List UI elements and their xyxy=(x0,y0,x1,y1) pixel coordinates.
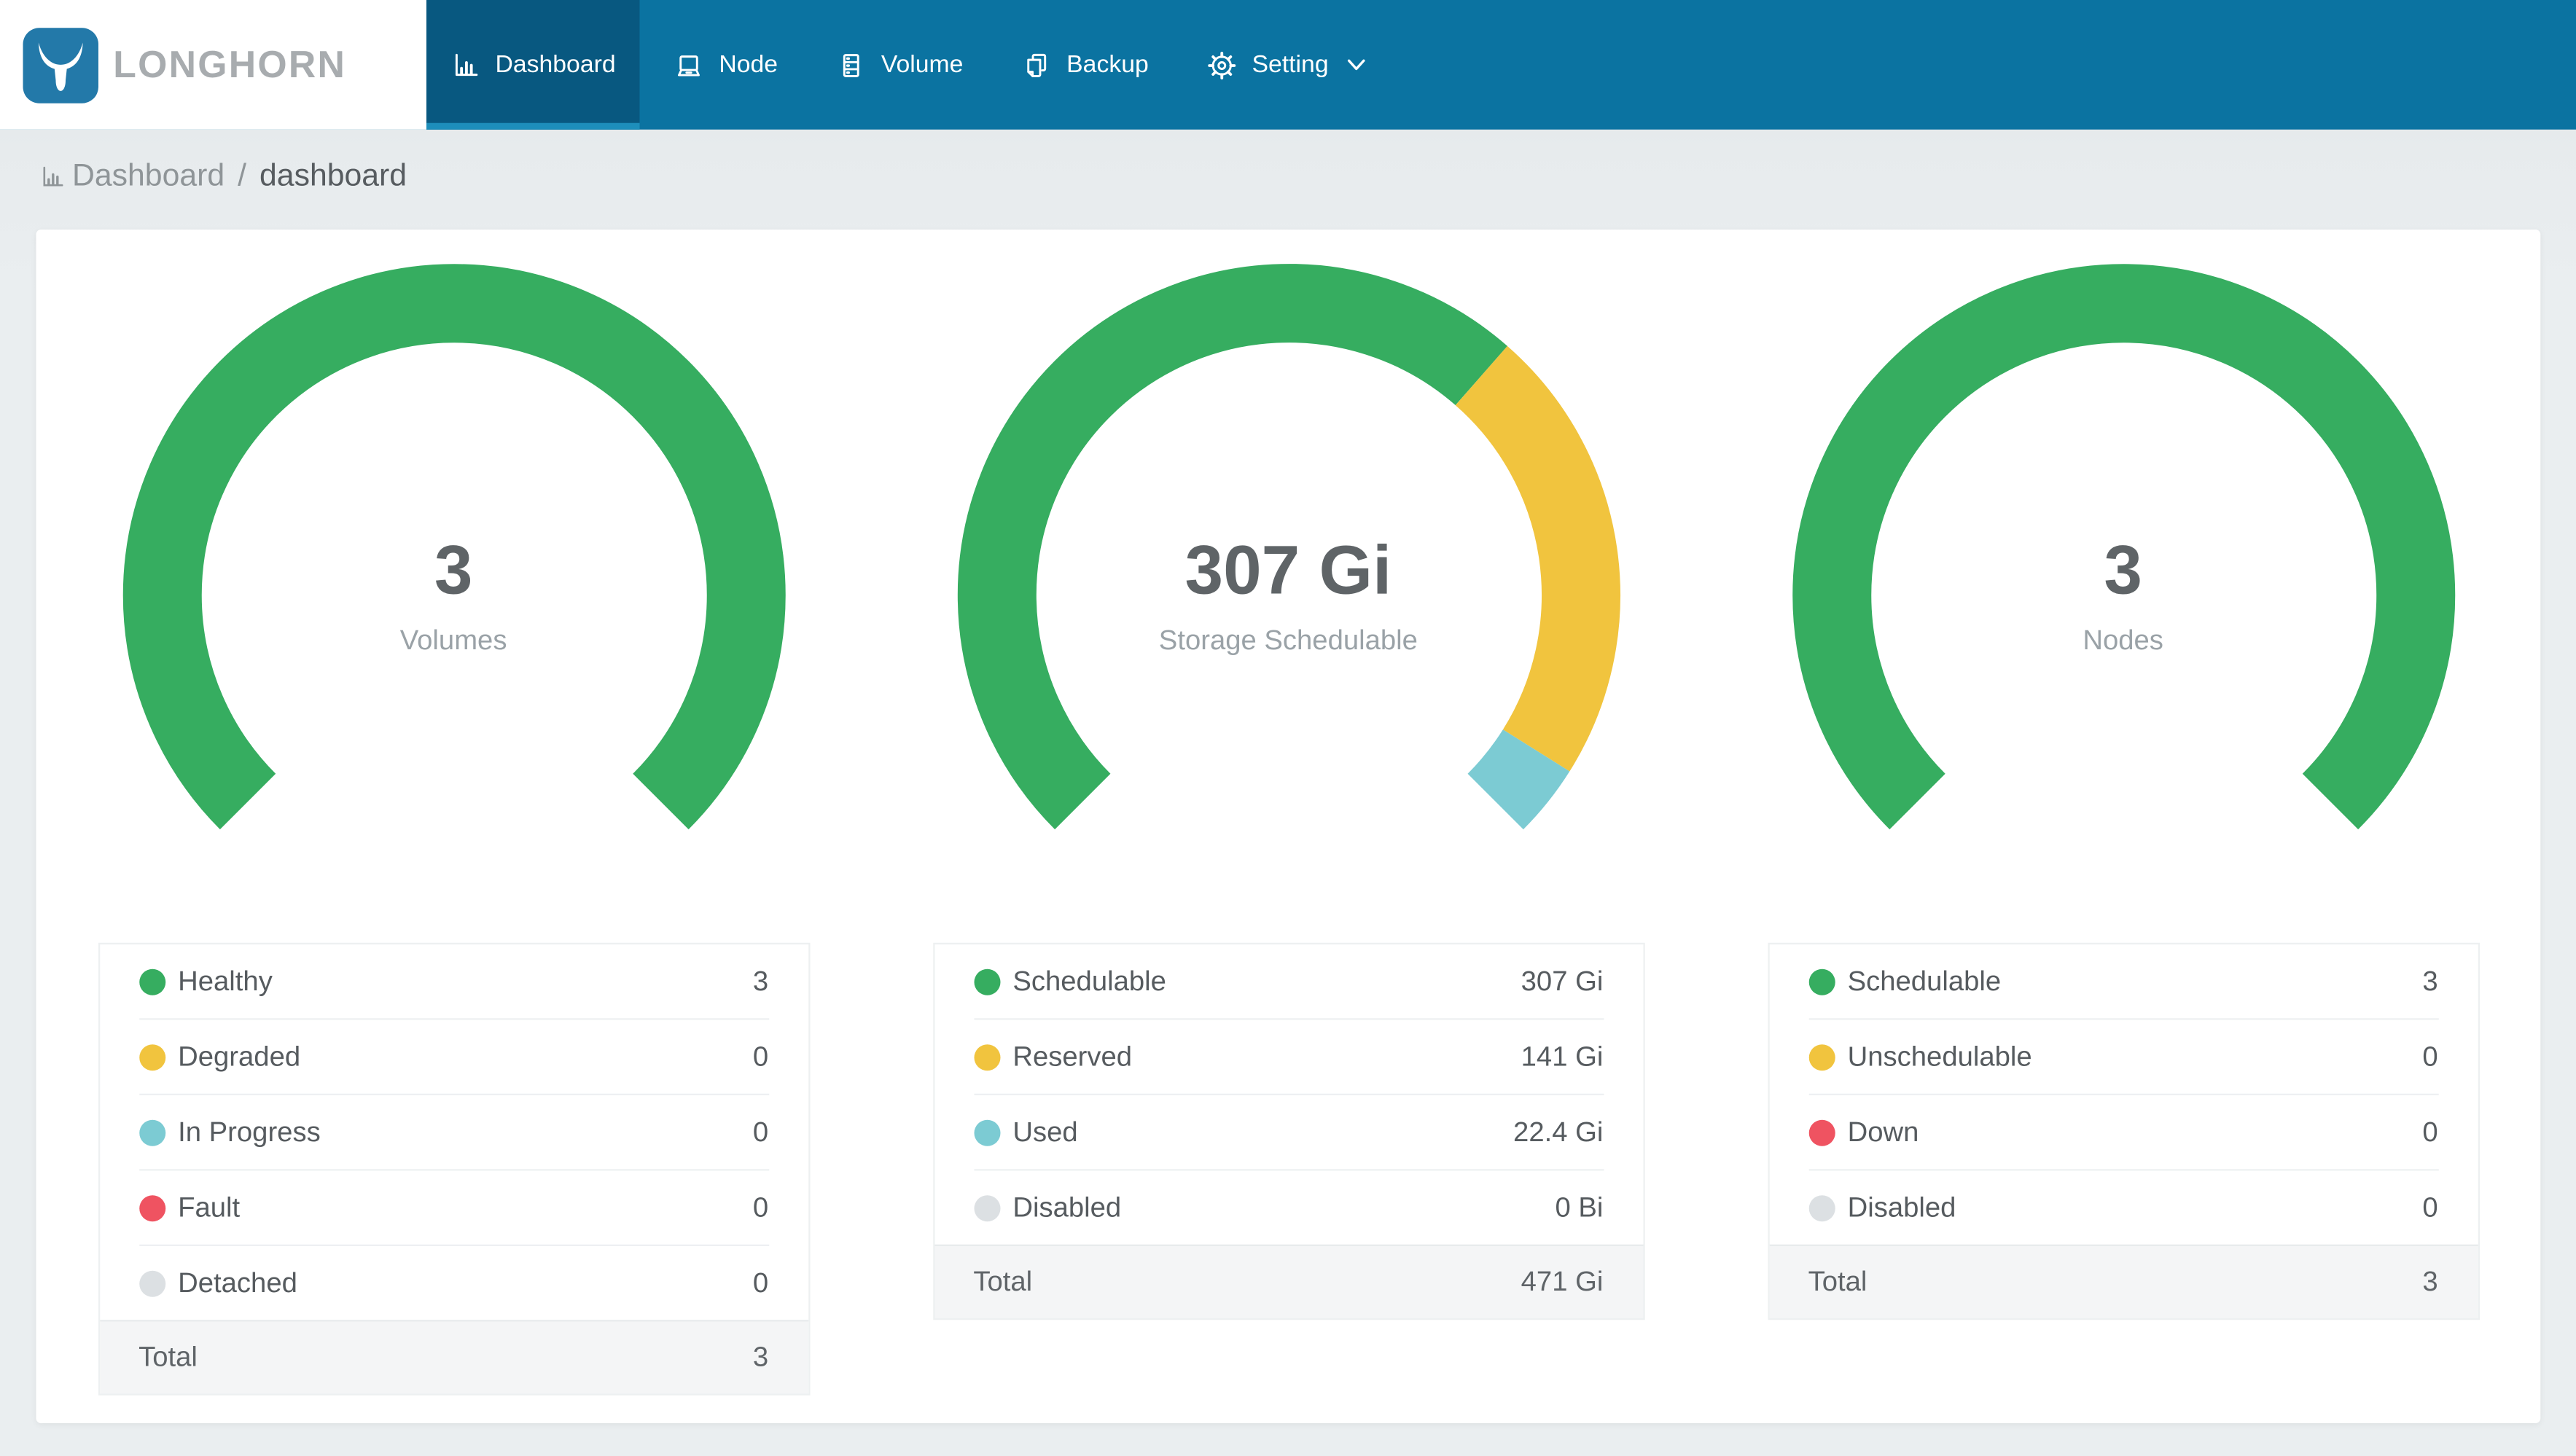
brand-text: LONGHORN xyxy=(113,42,347,86)
gear-icon xyxy=(1208,50,1238,80)
legend-dot xyxy=(973,1044,1000,1071)
volumes-gauge-chart xyxy=(122,264,785,830)
legend-row-unschedulable: Unschedulable 0 xyxy=(1769,1020,2478,1094)
nav-item-label: Dashboard xyxy=(495,50,616,79)
nav-item-setting[interactable]: Setting xyxy=(1183,0,1391,130)
nodes-gauge-chart xyxy=(1792,264,2455,830)
legend-dot xyxy=(973,1194,1000,1221)
legend-row-reserved: Reserved 141 Gi xyxy=(934,1020,1642,1094)
nav-item-volume[interactable]: Volume xyxy=(812,0,988,130)
volumes-panel: 3 Volumes Healthy 3 Degraded 0 In Progre… xyxy=(36,230,871,1423)
volumes-gauge: 3 Volumes xyxy=(109,251,798,939)
legend-total-row: Total 3 xyxy=(1768,1244,2478,1318)
legend-row-down: Down 0 xyxy=(1769,1095,2478,1169)
nodes-gauge: 3 Nodes xyxy=(1779,251,2467,939)
legend-row-disabled: Disabled 0 Bi xyxy=(934,1171,1642,1245)
storage-legend-table: Schedulable 307 Gi Reserved 141 Gi Used … xyxy=(932,942,1644,1320)
dashboard-card: 3 Volumes Healthy 3 Degraded 0 In Progre… xyxy=(36,230,2541,1423)
legend-dot xyxy=(973,1119,1000,1146)
legend-total-row: Total 471 Gi xyxy=(934,1244,1643,1318)
nav-item-label: Setting xyxy=(1252,50,1329,79)
legend-dot xyxy=(973,968,1000,995)
legend-row-used: Used 22.4 Gi xyxy=(934,1095,1642,1169)
legend-row-schedulable: Schedulable 3 xyxy=(1769,944,2478,1018)
nav-item-label: Backup xyxy=(1066,50,1149,79)
legend-dot xyxy=(138,1194,165,1221)
legend-dot xyxy=(1808,1194,1835,1221)
top-nav-bar: LONGHORN Dashboard Node Volume Backup Se… xyxy=(0,0,2576,130)
legend-row-disabled: Disabled 0 xyxy=(1769,1171,2478,1245)
legend-row-degraded: Degraded 0 xyxy=(99,1020,808,1094)
legend-dot xyxy=(138,1044,165,1071)
breadcrumb-separator: / xyxy=(238,158,247,193)
legend-dot xyxy=(1808,1119,1835,1146)
nav-item-node[interactable]: Node xyxy=(650,0,803,130)
chevron-down-icon xyxy=(1346,58,1366,71)
legend-row-schedulable: Schedulable 307 Gi xyxy=(934,944,1642,1018)
main-nav: Dashboard Node Volume Backup Setting xyxy=(426,0,1401,130)
bull-icon xyxy=(23,27,98,103)
storage-gauge: 307 Gi Storage Schedulable xyxy=(944,251,1633,939)
stack-icon xyxy=(837,50,867,80)
legend-dot xyxy=(138,1269,165,1296)
storage-panel: 307 Gi Storage Schedulable Schedulable 3… xyxy=(871,230,1706,1423)
legend-row-fault: Fault 0 xyxy=(99,1171,808,1245)
legend-dot xyxy=(1808,968,1835,995)
volumes-legend-table: Healthy 3 Degraded 0 In Progress 0 Fault… xyxy=(97,942,810,1396)
bar-chart-icon xyxy=(39,163,66,189)
legend-row-in-progress: In Progress 0 xyxy=(99,1095,808,1169)
bar-chart-icon xyxy=(451,50,481,80)
nav-item-label: Node xyxy=(719,50,778,79)
legend-dot xyxy=(138,968,165,995)
storage-gauge-chart xyxy=(956,264,1620,830)
copy-icon xyxy=(1022,50,1052,80)
legend-row-detached: Detached 0 xyxy=(99,1246,808,1320)
nodes-legend-table: Schedulable 3 Unschedulable 0 Down 0 Dis… xyxy=(1767,942,2479,1320)
legend-dot xyxy=(1808,1044,1835,1071)
breadcrumb-section[interactable]: Dashboard xyxy=(72,158,225,195)
nav-item-label: Volume xyxy=(881,50,964,79)
legend-total-row: Total 3 xyxy=(99,1320,808,1394)
legend-row-healthy: Healthy 3 xyxy=(99,944,808,1018)
breadcrumb-current-page: dashboard xyxy=(259,158,407,193)
legend-dot xyxy=(138,1119,165,1146)
nav-item-backup[interactable]: Backup xyxy=(998,0,1174,130)
nodes-panel: 3 Nodes Schedulable 3 Unschedulable 0 Do… xyxy=(1706,230,2540,1423)
logo-link[interactable]: LONGHORN xyxy=(0,0,426,130)
nav-item-dashboard[interactable]: Dashboard xyxy=(426,0,641,130)
longhorn-app: LONGHORN Dashboard Node Volume Backup Se… xyxy=(0,0,2576,1456)
breadcrumb: Dashboard / dashboard xyxy=(39,156,2576,197)
laptop-icon xyxy=(675,50,705,80)
